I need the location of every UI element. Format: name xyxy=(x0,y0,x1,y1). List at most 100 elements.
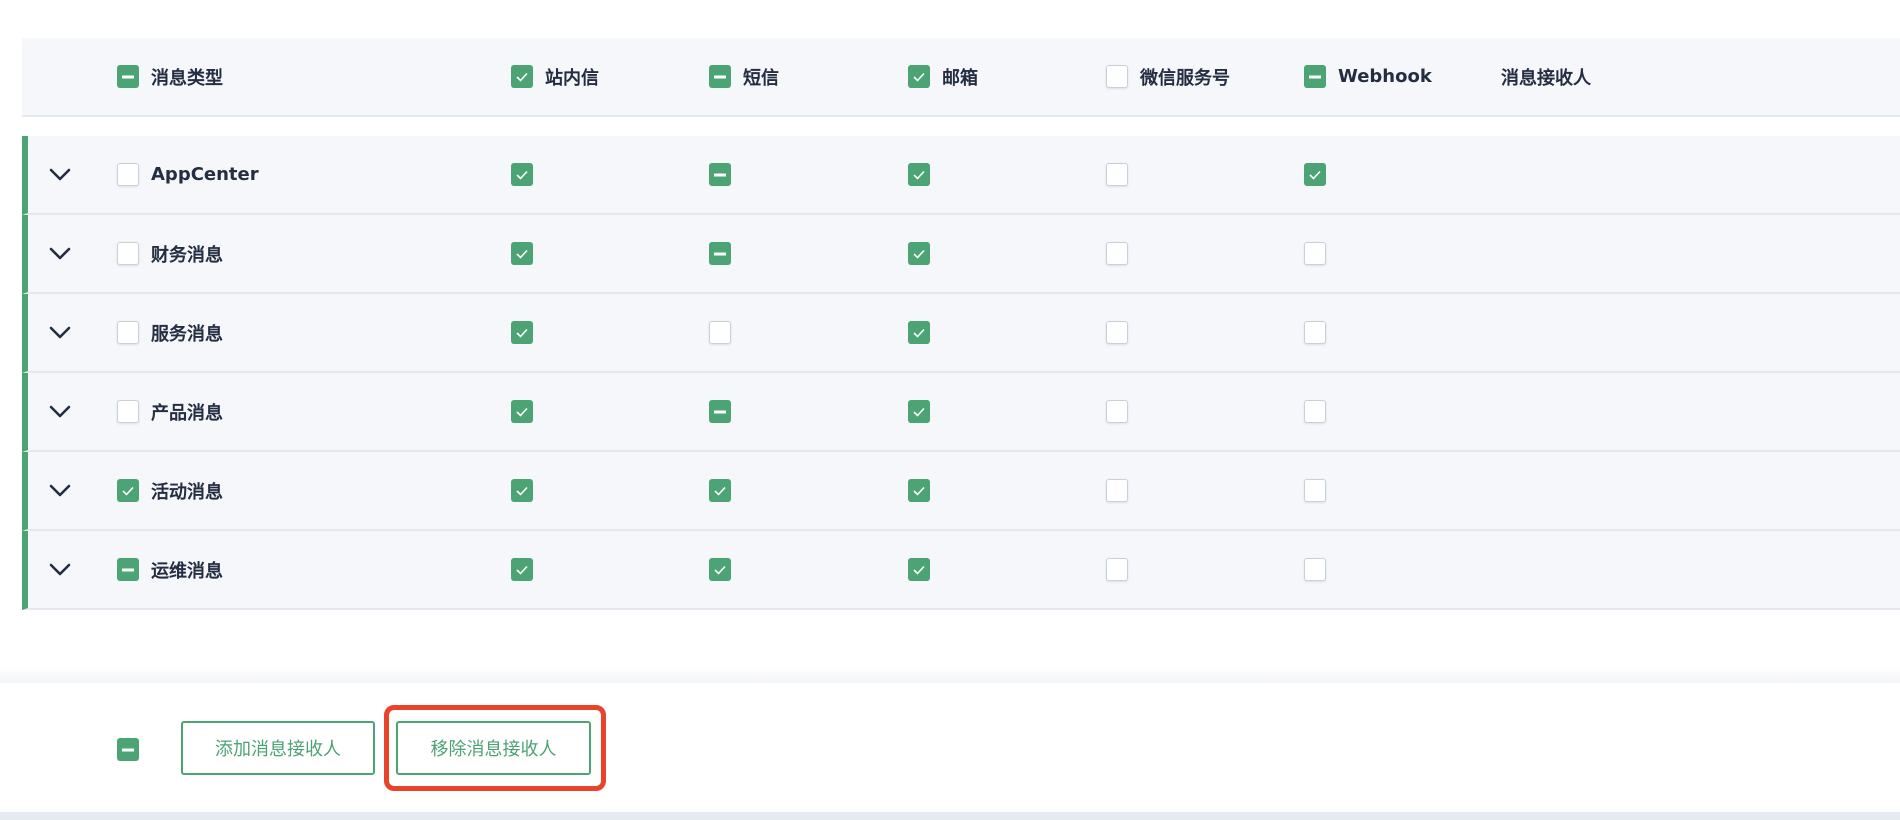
row-select-checkbox[interactable] xyxy=(117,242,139,265)
table-row: 产品消息 xyxy=(22,373,1900,452)
header-label-webhook: Webhook xyxy=(1338,66,1432,87)
check-icon xyxy=(913,170,925,180)
minus-icon xyxy=(122,748,134,751)
channel-in-app-select-all-checkbox[interactable] xyxy=(511,65,533,88)
channel-sms-checkbox[interactable] xyxy=(709,400,731,423)
channel-email-checkbox[interactable] xyxy=(908,163,930,186)
expand-toggle[interactable] xyxy=(49,452,71,529)
minus-icon xyxy=(714,410,726,413)
select-all-checkbox[interactable] xyxy=(117,65,139,88)
header-label-email: 邮箱 xyxy=(942,67,978,89)
minus-icon xyxy=(122,568,134,571)
row-select-checkbox[interactable] xyxy=(117,163,139,186)
channel-cell-webhook xyxy=(1304,373,1326,450)
channel-sms-checkbox[interactable] xyxy=(709,163,731,186)
channel-wechat-select-all-checkbox[interactable] xyxy=(1106,65,1128,88)
channel-webhook-checkbox[interactable] xyxy=(1304,163,1326,186)
channel-wechat-checkbox[interactable] xyxy=(1106,242,1128,265)
channel-cell-wechat xyxy=(1106,136,1128,213)
channel-sms-checkbox[interactable] xyxy=(709,321,731,344)
channel-wechat-checkbox[interactable] xyxy=(1106,558,1128,581)
channel-email-select-all-checkbox[interactable] xyxy=(908,65,930,88)
check-icon xyxy=(913,328,925,338)
check-icon xyxy=(913,72,925,82)
check-icon xyxy=(516,170,528,180)
check-icon xyxy=(913,407,925,417)
footer-toolbar: 添加消息接收人 移除消息接收人 xyxy=(0,683,1900,812)
channel-email-checkbox[interactable] xyxy=(908,558,930,581)
channel-wechat-checkbox[interactable] xyxy=(1106,400,1128,423)
channel-email-checkbox[interactable] xyxy=(908,479,930,502)
channel-webhook-checkbox[interactable] xyxy=(1304,558,1326,581)
channel-webhook-select-all-checkbox[interactable] xyxy=(1304,65,1326,88)
check-icon xyxy=(516,565,528,575)
row-type-cell: 运维消息 xyxy=(117,531,223,608)
header-recipients: 消息接收人 xyxy=(1501,38,1591,115)
channel-sms-checkbox[interactable] xyxy=(709,479,731,502)
check-icon xyxy=(714,486,726,496)
message-type-list: AppCenter 财务消息 服务消息 产品消息 活动消息 运维消息 xyxy=(22,136,1900,610)
add-recipient-button[interactable]: 添加消息接收人 xyxy=(181,721,375,775)
row-select-checkbox[interactable] xyxy=(117,400,139,423)
footer-select-checkbox[interactable] xyxy=(117,738,139,761)
row-type-cell: 财务消息 xyxy=(117,215,223,292)
channel-webhook-checkbox[interactable] xyxy=(1304,479,1326,502)
remove-recipient-button[interactable]: 移除消息接收人 xyxy=(396,721,591,775)
check-icon xyxy=(913,249,925,259)
channel-wechat-checkbox[interactable] xyxy=(1106,321,1128,344)
channel-in-app-checkbox[interactable] xyxy=(511,163,533,186)
message-type-name: AppCenter xyxy=(151,164,259,185)
chevron-down-icon xyxy=(49,168,71,180)
channel-cell-webhook xyxy=(1304,136,1326,213)
check-icon xyxy=(516,328,528,338)
channel-sms-checkbox[interactable] xyxy=(709,558,731,581)
expand-toggle[interactable] xyxy=(49,294,71,371)
chevron-down-icon xyxy=(49,405,71,417)
channel-wechat-checkbox[interactable] xyxy=(1106,163,1128,186)
channel-cell-wechat xyxy=(1106,452,1128,529)
channel-cell-sms xyxy=(709,136,731,213)
channel-webhook-checkbox[interactable] xyxy=(1304,400,1326,423)
expand-toggle[interactable] xyxy=(49,373,71,450)
channel-in-app-checkbox[interactable] xyxy=(511,400,533,423)
channel-webhook-checkbox[interactable] xyxy=(1304,242,1326,265)
channel-in-app-checkbox[interactable] xyxy=(511,558,533,581)
channel-sms-select-all-checkbox[interactable] xyxy=(709,65,731,88)
channel-email-checkbox[interactable] xyxy=(908,242,930,265)
channel-cell-wechat xyxy=(1106,531,1128,608)
minus-icon xyxy=(714,75,726,78)
message-type-name: 产品消息 xyxy=(151,402,223,424)
expand-toggle[interactable] xyxy=(49,215,71,292)
channel-cell-in-app xyxy=(511,215,533,292)
header-label-recipients: 消息接收人 xyxy=(1501,67,1591,89)
header-type-column: 消息类型 xyxy=(117,38,223,115)
table-row: 财务消息 xyxy=(22,215,1900,294)
channel-in-app-checkbox[interactable] xyxy=(511,479,533,502)
channel-cell-email xyxy=(908,294,930,371)
check-icon xyxy=(516,407,528,417)
channel-webhook-checkbox[interactable] xyxy=(1304,321,1326,344)
row-type-cell: 活动消息 xyxy=(117,452,223,529)
row-select-checkbox[interactable] xyxy=(117,479,139,502)
header-channel-in-app: 站内信 xyxy=(511,38,599,115)
row-select-checkbox[interactable] xyxy=(117,558,139,581)
minus-icon xyxy=(714,173,726,176)
channel-in-app-checkbox[interactable] xyxy=(511,242,533,265)
chevron-down-icon xyxy=(49,484,71,496)
expand-toggle[interactable] xyxy=(49,531,71,608)
expand-toggle[interactable] xyxy=(49,136,71,213)
channel-email-checkbox[interactable] xyxy=(908,321,930,344)
check-icon xyxy=(516,486,528,496)
channel-email-checkbox[interactable] xyxy=(908,400,930,423)
channel-wechat-checkbox[interactable] xyxy=(1106,479,1128,502)
channel-cell-in-app xyxy=(511,136,533,213)
channel-sms-checkbox[interactable] xyxy=(709,242,731,265)
channel-in-app-checkbox[interactable] xyxy=(511,321,533,344)
row-type-cell: AppCenter xyxy=(117,136,259,213)
row-type-cell: 产品消息 xyxy=(117,373,223,450)
table-row: 活动消息 xyxy=(22,452,1900,531)
message-type-name: 活动消息 xyxy=(151,481,223,503)
channel-cell-sms xyxy=(709,531,731,608)
message-type-name: 运维消息 xyxy=(151,560,223,582)
row-select-checkbox[interactable] xyxy=(117,321,139,344)
